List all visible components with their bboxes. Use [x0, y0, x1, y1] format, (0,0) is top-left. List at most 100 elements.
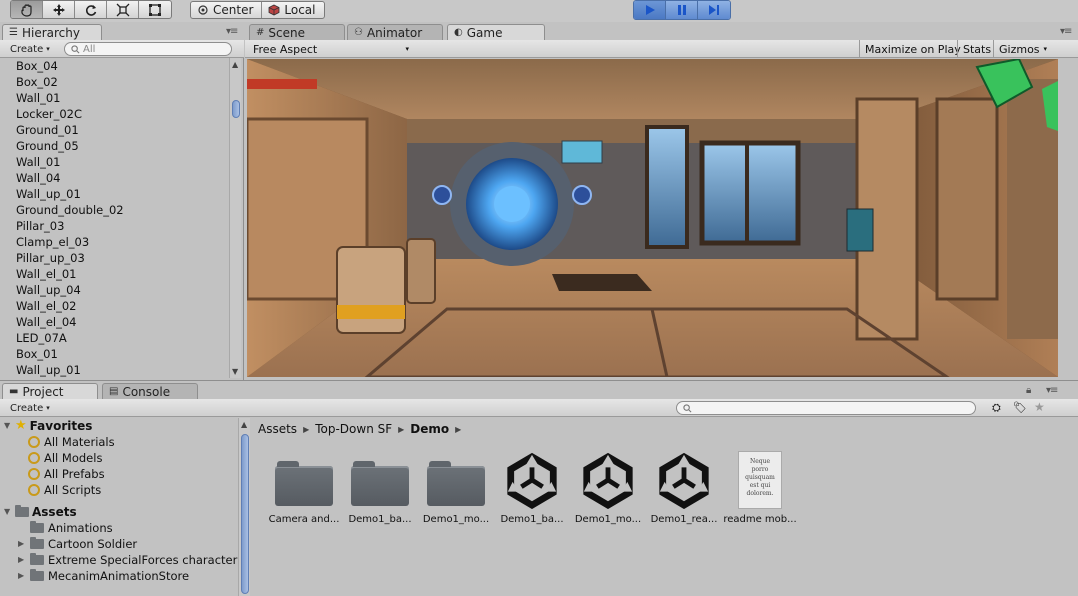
tab-scene[interactable]: # Scene — [249, 24, 345, 40]
scale-tool-icon[interactable] — [107, 1, 139, 18]
hand-tool-icon[interactable] — [11, 1, 43, 18]
game-toolbar: Free Aspect ▾ Maximize on Play Stats Giz… — [245, 40, 1078, 58]
expand-folder-icon[interactable]: ▶ — [18, 552, 26, 568]
favorite-item[interactable]: All Models — [0, 450, 249, 466]
hierarchy-scroll-thumb[interactable] — [232, 100, 240, 118]
scroll-up-icon[interactable]: ▲ — [232, 60, 238, 69]
tree-scroll-thumb[interactable] — [241, 434, 249, 594]
expand-assets-icon[interactable]: ▼ — [4, 504, 12, 520]
pause-button[interactable] — [666, 1, 698, 19]
filter-by-label-icon[interactable]: 🏷︎ — [1013, 401, 1027, 414]
hierarchy-search-input[interactable]: All — [64, 42, 232, 56]
game-panel-menu-icon[interactable]: ▾≡ — [1060, 26, 1072, 37]
tree-scroll-up-icon[interactable]: ▲ — [241, 420, 247, 429]
hierarchy-item[interactable]: Wall_up_01 — [0, 362, 228, 378]
sci-fi-corridor-render — [247, 59, 1058, 377]
tab-console[interactable]: ▤ Console — [102, 383, 198, 399]
hierarchy-item[interactable]: LED_07A — [0, 330, 228, 346]
play-button[interactable] — [634, 1, 666, 19]
rect-tool-icon[interactable] — [139, 1, 171, 18]
stats-toggle[interactable]: Stats — [957, 40, 996, 58]
pivot-local-button[interactable]: Local — [262, 2, 323, 18]
hierarchy-item[interactable]: Pillar_03 — [0, 218, 228, 234]
hierarchy-panel: Create ▾ All Box_04 Box_02 Wall_01 Locker_0… — [0, 40, 244, 380]
breadcrumb-top-down-sf[interactable]: Top-Down SF — [315, 422, 392, 436]
favorite-item-label: All Materials — [44, 435, 115, 449]
asset-folder-item[interactable]: ▶ Cartoon Soldier — [0, 536, 249, 552]
favorite-item[interactable]: All Materials — [0, 434, 249, 450]
hierarchy-item[interactable]: Clamp_el_03 — [0, 234, 228, 250]
project-search-input[interactable] — [676, 401, 976, 415]
hierarchy-item[interactable]: Ground_double_02 — [0, 202, 228, 218]
hierarchy-item[interactable]: Wall_04 — [0, 170, 228, 186]
pivot-center-button[interactable]: Center — [191, 2, 263, 18]
favorites-header[interactable]: ▼ ★ Favorites — [0, 418, 249, 434]
asset-item[interactable]: Demo1_ba... — [494, 448, 570, 525]
hierarchy-item[interactable]: Wall_el_04 — [0, 314, 228, 330]
scroll-down-icon[interactable]: ▼ — [232, 367, 238, 376]
move-tool-icon[interactable] — [43, 1, 75, 18]
maximize-on-play-toggle[interactable]: Maximize on Play — [859, 40, 966, 58]
hierarchy-item[interactable]: Locker_02C — [0, 106, 228, 122]
tab-animator[interactable]: ⚇ Animator — [347, 24, 443, 40]
gizmos-dropdown[interactable]: Gizmos ▾ — [993, 40, 1052, 58]
panel-menu-icon[interactable]: ▾≡ — [226, 26, 238, 37]
project-panel-menu-icon[interactable]: ▾≡ — [1046, 385, 1058, 396]
hierarchy-item[interactable]: Pillar_up_03 — [0, 250, 228, 266]
hierarchy-item[interactable]: Wall_up_04 — [0, 282, 228, 298]
hierarchy-create-button[interactable]: Create ▾ — [6, 42, 54, 56]
project-search-icon — [683, 403, 692, 412]
hierarchy-item[interactable]: Box_01 — [0, 346, 228, 362]
expand-folder-icon[interactable]: ▶ — [18, 568, 26, 584]
step-button[interactable] — [698, 1, 730, 19]
project-content-area: Assets ▶ Top-Down SF ▶ Demo ▶ Camera and… — [252, 418, 1078, 596]
rotate-tool-icon[interactable] — [75, 1, 107, 18]
folder-thumbnail-icon — [342, 448, 418, 512]
aspect-dropdown[interactable]: Free Aspect ▾ — [253, 42, 413, 56]
hierarchy-item[interactable]: Box_02 — [0, 74, 228, 90]
asset-item[interactable]: Neque porro quisquam est qui dolorem. rea… — [722, 448, 798, 525]
asset-folder-item[interactable]: ▶ Extreme SpecialForces characters — [0, 552, 249, 568]
aspect-label: Free Aspect — [253, 42, 318, 56]
tab-game[interactable]: ◐ Game — [447, 24, 545, 40]
breadcrumb-demo[interactable]: Demo — [410, 422, 449, 436]
asset-item[interactable]: Demo1_mo... — [570, 448, 646, 525]
expand-favorites-icon[interactable]: ▼ — [4, 418, 12, 434]
hierarchy-item[interactable]: Ground_05 — [0, 138, 228, 154]
tab-game-label: Game — [466, 25, 503, 40]
asset-item[interactable]: Demo1_rea... — [646, 448, 722, 525]
hierarchy-item[interactable]: Box_04 — [0, 58, 228, 74]
project-tree-scrollbar[interactable]: ▲ — [238, 418, 250, 596]
game-viewport[interactable] — [247, 59, 1058, 377]
filter-by-type-icon[interactable]: ⛭ — [992, 401, 1001, 415]
tab-project[interactable]: ▬ Project — [2, 383, 98, 399]
expand-folder-icon[interactable]: ▶ — [18, 536, 26, 552]
hierarchy-item[interactable]: Wall_el_02 — [0, 298, 228, 314]
lock-icon[interactable]: 🔒︎ — [1026, 385, 1031, 396]
project-create-label: Create — [10, 402, 44, 414]
breadcrumb-separator-icon: ▶ — [303, 424, 310, 434]
hierarchy-create-label: Create — [10, 43, 44, 55]
favorite-item[interactable]: All Prefabs — [0, 466, 249, 482]
pacman-icon: ◐ — [454, 27, 463, 38]
hierarchy-scrollbar[interactable]: ▲ ▼ — [229, 58, 241, 378]
hierarchy-item[interactable]: Ground_01 — [0, 122, 228, 138]
asset-item[interactable]: Camera and... — [266, 448, 342, 525]
asset-item[interactable]: Demo1_mo... — [418, 448, 494, 525]
asset-item-label: Demo1_mo... — [422, 514, 490, 525]
asset-folder-item[interactable]: Animations — [0, 520, 249, 536]
asset-item-label: Demo1_mo... — [574, 514, 642, 525]
hierarchy-item[interactable]: Wall_01 — [0, 154, 228, 170]
project-create-button[interactable]: Create ▾ — [6, 401, 54, 415]
hierarchy-item[interactable]: Wall_up_01 — [0, 186, 228, 202]
favorite-star-icon[interactable]: ★ — [1034, 400, 1045, 414]
breadcrumb-assets[interactable]: Assets — [258, 422, 297, 436]
tab-hierarchy[interactable]: ☰ Hierarchy — [2, 24, 102, 40]
favorite-item[interactable]: All Scripts — [0, 482, 249, 498]
hierarchy-item[interactable]: Wall_01 — [0, 90, 228, 106]
asset-folder-item[interactable]: ▶ MecanimAnimationStore — [0, 568, 249, 584]
assets-header[interactable]: ▼ Assets — [0, 504, 249, 520]
hierarchy-item[interactable]: Wall_el_01 — [0, 266, 228, 282]
asset-item[interactable]: Demo1_ba... — [342, 448, 418, 525]
asset-folder-label: MecanimAnimationStore — [48, 569, 190, 583]
